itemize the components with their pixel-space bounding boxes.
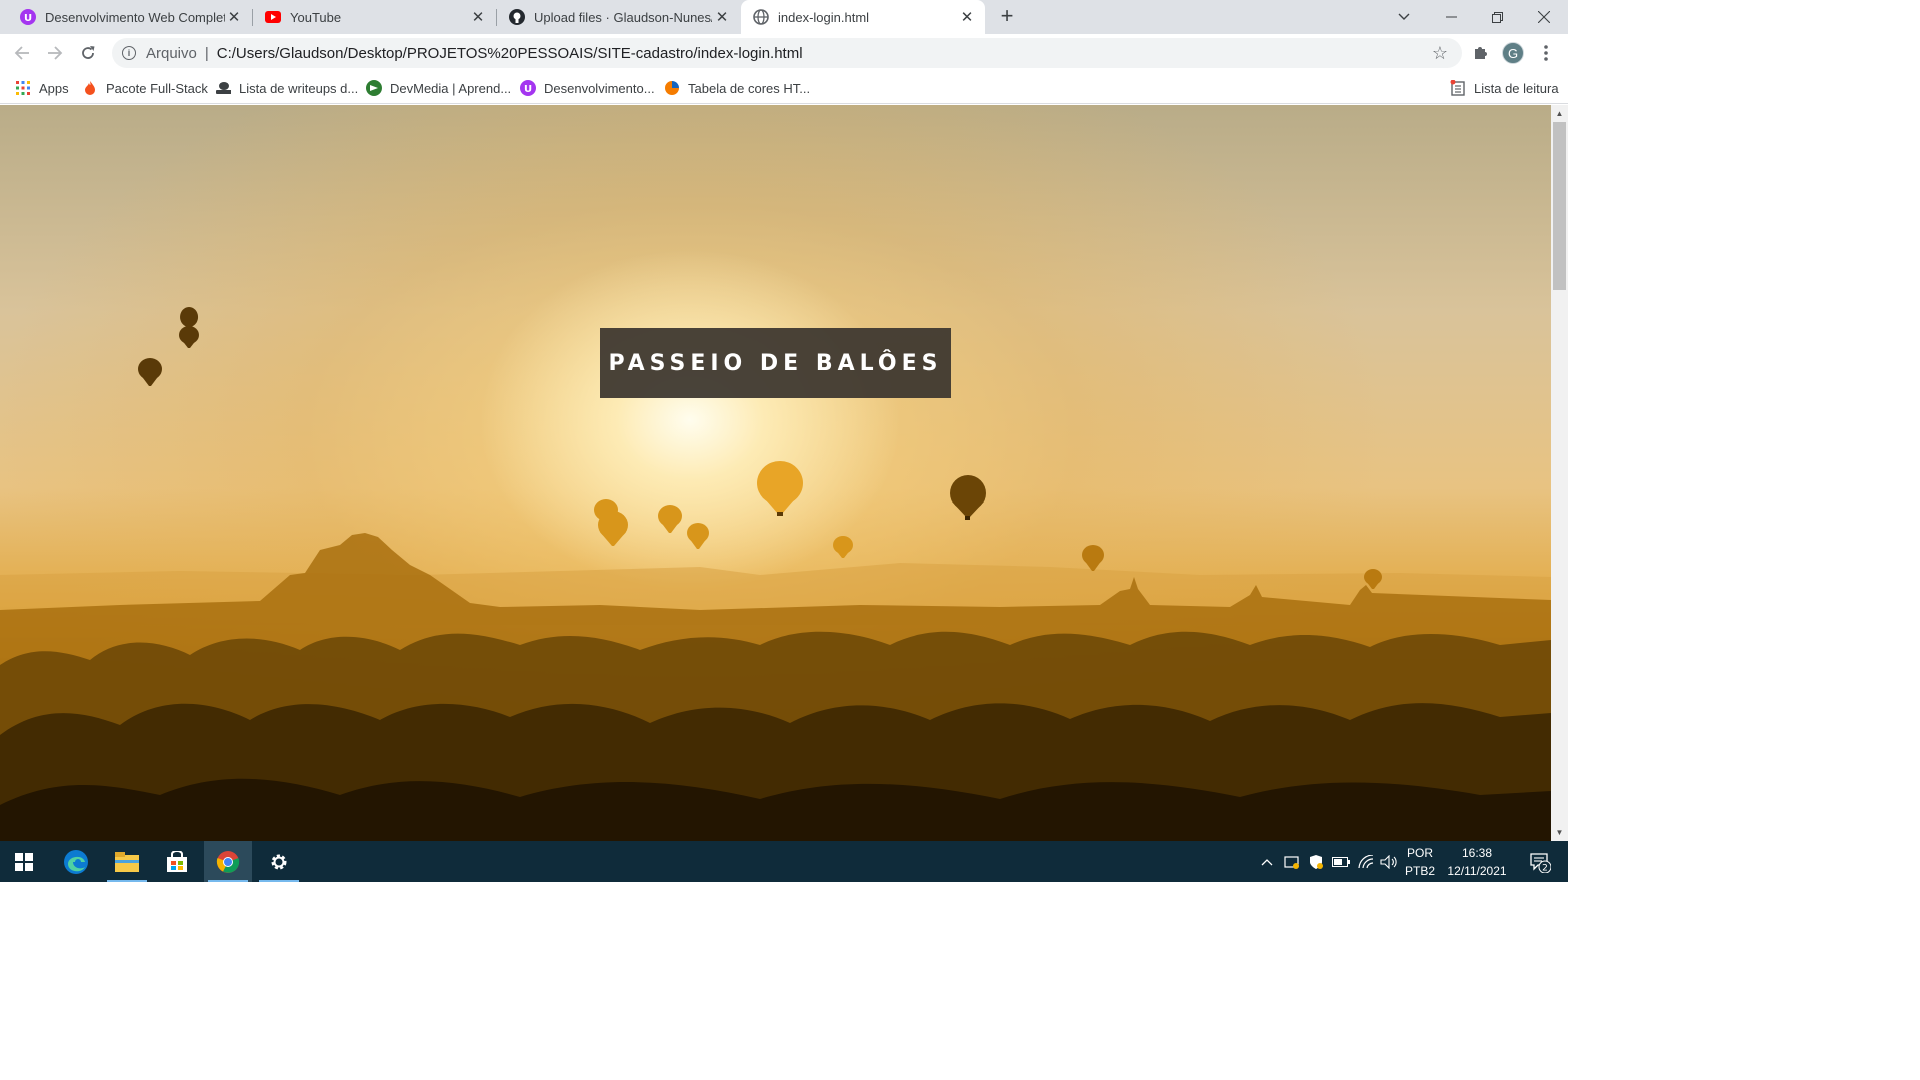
tab-title: index-login.html	[778, 9, 870, 25]
devmedia-icon	[366, 80, 382, 96]
site-info-icon[interactable]: i	[122, 46, 136, 60]
clock-date: 12/11/2021	[1447, 863, 1507, 878]
svg-text:U: U	[524, 84, 532, 95]
color-table-icon	[664, 80, 680, 96]
tab-desenvolvimento-web[interactable]: U Desenvolvimento Web Completo ✕	[0, 0, 252, 34]
bookmark-label: Desenvolvimento...	[544, 80, 655, 96]
tray-overflow-chevron-icon[interactable]	[1258, 841, 1276, 882]
address-divider: |	[204, 44, 209, 62]
start-icon[interactable]	[0, 841, 48, 882]
bookmark-label: DevMedia | Aprend...	[390, 80, 512, 96]
profile-avatar[interactable]: G	[1502, 42, 1524, 64]
hacker-icon	[215, 80, 231, 96]
extensions-puzzle-icon[interactable]	[1470, 43, 1490, 63]
balloon-icon	[180, 307, 199, 327]
page-title: PASSEIO DE BALÔES	[608, 350, 943, 376]
browser-toolbar: i Arquivo | C:/Users/Glaudson/Desktop/PR…	[0, 34, 1568, 72]
close-icon[interactable]: ✕	[226, 9, 242, 26]
language-code: POR	[1406, 845, 1433, 860]
page-scrollbar[interactable]: ▲ ▼	[1551, 105, 1568, 841]
tab-youtube[interactable]: YouTube ✕	[253, 0, 496, 34]
globe-icon	[753, 9, 769, 25]
input-language-indicator[interactable]: POR PTB2	[1402, 841, 1438, 882]
new-tab-button[interactable]: +	[996, 5, 1018, 28]
battery-icon[interactable]	[1330, 841, 1352, 882]
hero-title-box: PASSEIO DE BALÔES	[600, 328, 951, 398]
bookmark-tabela-cores[interactable]: Tabela de cores HT...	[664, 78, 810, 98]
close-icon[interactable]: ✕	[470, 9, 486, 26]
youtube-icon	[265, 9, 281, 25]
tab-index-login[interactable]: index-login.html ✕	[741, 0, 985, 34]
tab-github-upload[interactable]: Upload files · Glaudson-Nunes/Tr ✕	[497, 0, 740, 34]
bookmark-label: Tabela de cores HT...	[688, 80, 811, 96]
reading-list[interactable]: Lista de leitura	[1450, 78, 1559, 98]
reading-list-label: Lista de leitura	[1474, 80, 1559, 96]
close-icon[interactable]: ✕	[959, 9, 975, 26]
svg-text:U: U	[24, 13, 32, 24]
tab-search-chevron-icon[interactable]	[1381, 0, 1427, 34]
bookmark-lista-writeups[interactable]: Lista de writeups d...	[215, 78, 358, 98]
edge-icon[interactable]	[52, 841, 100, 882]
clock[interactable]: 16:38 12/11/2021	[1442, 841, 1512, 882]
bookmark-pacote-full-stack[interactable]: Pacote Full-Stack	[82, 78, 208, 98]
tab-strip: U Desenvolvimento Web Completo ✕ YouTube…	[0, 0, 1568, 34]
hot-air-balloon-landscape-image	[0, 307, 1551, 841]
close-window-icon[interactable]	[1521, 0, 1567, 34]
bookmark-label: Apps	[39, 80, 69, 96]
file-explorer-icon[interactable]	[103, 841, 151, 882]
more-menu-icon[interactable]	[1536, 43, 1556, 63]
reading-list-icon	[1450, 80, 1466, 96]
bookmark-star-icon[interactable]: ☆	[1432, 43, 1448, 64]
flame-icon	[82, 80, 98, 96]
forward-arrow-icon[interactable]	[41, 39, 69, 67]
restore-icon[interactable]	[1474, 0, 1520, 34]
github-icon	[509, 9, 525, 25]
wifi-icon[interactable]	[1356, 841, 1376, 882]
notification-count: 2	[1542, 863, 1548, 873]
apps-grid-icon	[15, 80, 31, 96]
settings-icon[interactable]	[255, 841, 303, 882]
bookmark-label: Pacote Full-Stack	[106, 80, 208, 96]
page-viewport: PASSEIO DE BALÔES	[0, 105, 1551, 841]
scroll-up-arrow-icon[interactable]: ▲	[1551, 105, 1568, 122]
reload-icon[interactable]	[74, 39, 102, 67]
address-scheme-label: Arquivo	[146, 44, 197, 62]
close-icon[interactable]: ✕	[714, 9, 730, 26]
udemy-icon: U	[520, 80, 536, 96]
bookmark-apps[interactable]: Apps	[15, 78, 69, 98]
address-bar[interactable]: i Arquivo | C:/Users/Glaudson/Desktop/PR…	[112, 38, 1462, 68]
bookmark-desenvolvimento[interactable]: U Desenvolvimento...	[520, 78, 655, 98]
volume-icon[interactable]	[1379, 841, 1399, 882]
udemy-icon: U	[20, 9, 36, 25]
tab-title: YouTube	[290, 9, 342, 25]
scrollbar-thumb[interactable]	[1553, 122, 1566, 290]
security-shield-icon[interactable]	[1306, 841, 1326, 882]
back-arrow-icon[interactable]	[8, 39, 36, 67]
windows-taskbar: POR PTB2 16:38 12/11/2021 2	[0, 841, 1568, 882]
chrome-icon[interactable]	[204, 841, 252, 882]
clock-time: 16:38	[1461, 845, 1492, 860]
bookmarks-bar: Apps Pacote Full-Stack Lista de writeups…	[0, 72, 1568, 104]
store-icon[interactable]	[153, 841, 201, 882]
tab-title: Upload files · Glaudson-Nunes/Tr	[534, 9, 712, 25]
address-url[interactable]: C:/Users/Glaudson/Desktop/PROJETOS%20PES…	[217, 45, 803, 62]
bookmark-label: Lista de writeups d...	[239, 80, 359, 96]
keyboard-layout: PTB2	[1404, 863, 1435, 878]
scroll-down-arrow-icon[interactable]: ▼	[1551, 824, 1568, 841]
tab-title: Desenvolvimento Web Completo	[45, 9, 225, 25]
bookmark-devmedia[interactable]: DevMedia | Aprend...	[366, 78, 511, 98]
minimize-icon[interactable]	[1428, 0, 1474, 34]
notification-center-icon[interactable]: 2	[1520, 841, 1560, 882]
tray-app-icon[interactable]	[1282, 841, 1302, 882]
